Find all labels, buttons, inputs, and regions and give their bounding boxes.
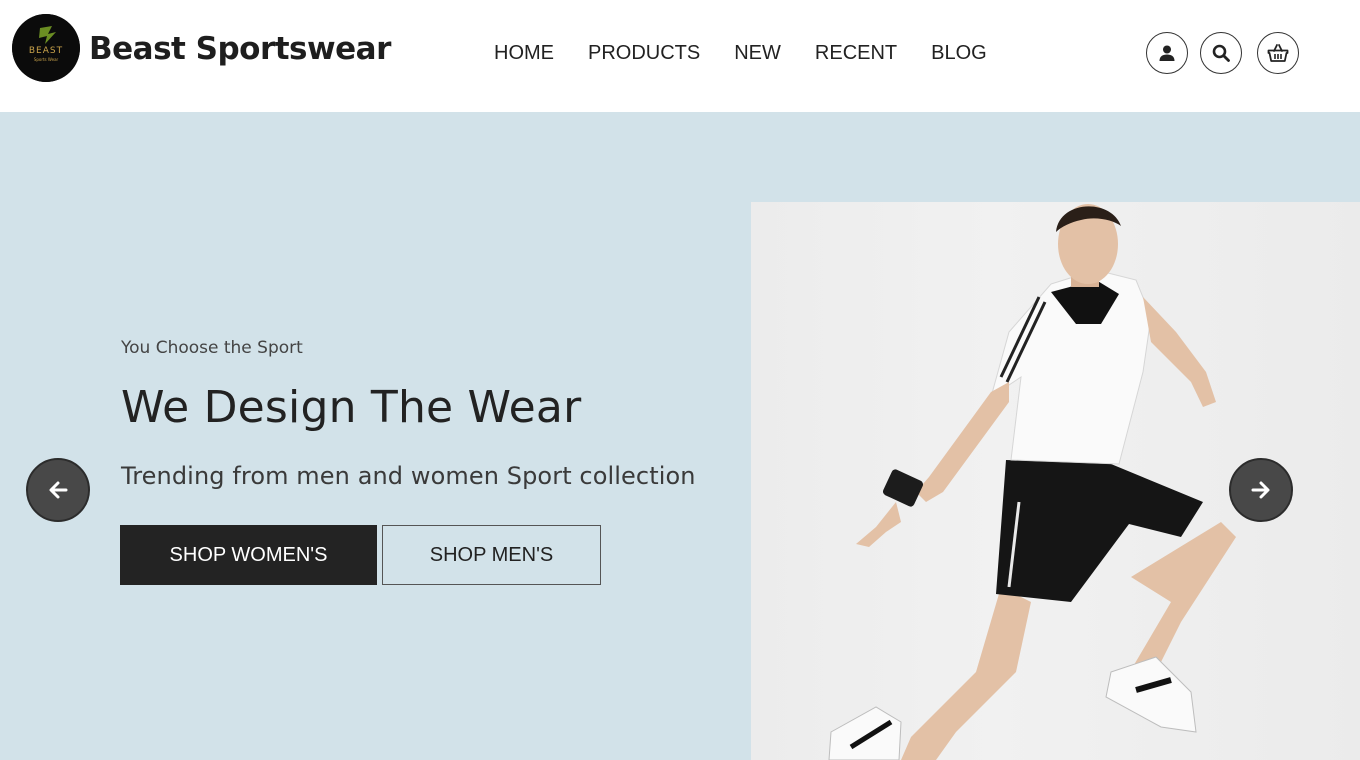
account-button[interactable] bbox=[1146, 32, 1188, 74]
nav-item-products[interactable]: PRODUCTS bbox=[588, 42, 700, 65]
site-header: BEAST Sports Wear Beast Sportswear HOME … bbox=[0, 0, 1360, 112]
main-nav: HOME PRODUCTS NEW RECENT BLOG bbox=[494, 42, 987, 65]
brand-name[interactable]: Beast Sportswear bbox=[89, 31, 391, 67]
shop-womens-button[interactable]: SHOP WOMEN'S bbox=[120, 525, 377, 585]
carousel-next-button[interactable] bbox=[1229, 458, 1293, 522]
hero-banner: You Choose the Sport We Design The Wear … bbox=[0, 112, 1360, 760]
carousel-prev-button[interactable] bbox=[26, 458, 90, 522]
brand-logo[interactable]: BEAST Sports Wear bbox=[12, 14, 80, 82]
svg-text:Sports Wear: Sports Wear bbox=[34, 57, 59, 62]
arrow-left-icon bbox=[49, 481, 68, 499]
nav-item-home[interactable]: HOME bbox=[494, 42, 554, 65]
nav-item-blog[interactable]: BLOG bbox=[931, 42, 987, 65]
nav-item-recent[interactable]: RECENT bbox=[815, 42, 897, 65]
arrow-right-icon bbox=[1251, 481, 1270, 499]
logo-emblem-icon: BEAST Sports Wear bbox=[12, 14, 80, 82]
hero-headline: We Design The Wear bbox=[121, 382, 582, 433]
hero-subline: Trending from men and women Sport collec… bbox=[121, 462, 696, 490]
user-icon bbox=[1159, 45, 1175, 61]
search-icon bbox=[1212, 44, 1230, 62]
hero-kicker: You Choose the Sport bbox=[121, 338, 303, 358]
cart-button[interactable] bbox=[1257, 32, 1299, 74]
basket-icon bbox=[1267, 44, 1289, 62]
svg-text:BEAST: BEAST bbox=[29, 46, 63, 56]
nav-item-new[interactable]: NEW bbox=[734, 42, 781, 65]
shop-mens-button[interactable]: SHOP MEN'S bbox=[382, 525, 601, 585]
search-button[interactable] bbox=[1200, 32, 1242, 74]
